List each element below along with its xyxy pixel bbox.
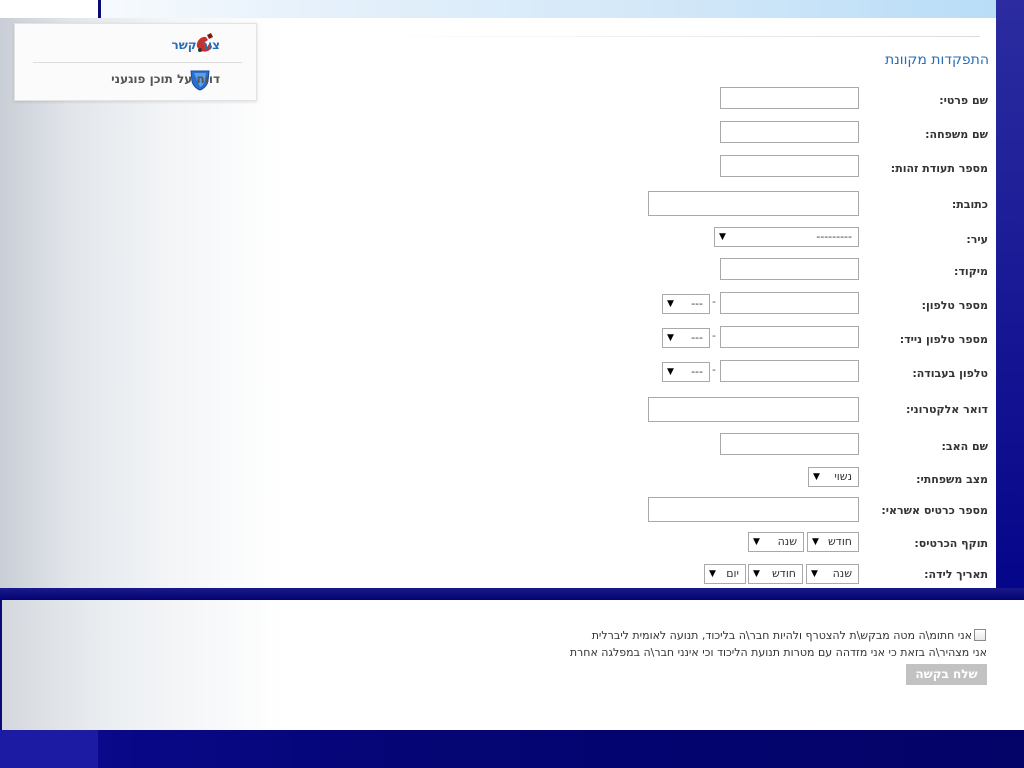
expiry-month-select[interactable]: חודש ▼ [807, 532, 859, 552]
last-name-input[interactable] [720, 121, 859, 143]
credit-card-label: מספר כרטיס אשראי: [881, 504, 988, 517]
bottom-bar [0, 730, 1024, 768]
chevron-down-icon: ▼ [719, 232, 726, 242]
expiry-year-value: שנה [777, 535, 797, 548]
bottom-bar-left [0, 730, 98, 768]
expiry-month-value: חודש [828, 535, 852, 548]
lower-right-panel [996, 600, 1024, 730]
birth-date-label: תאריך לידה: [924, 568, 988, 581]
city-select-value: --------- [816, 230, 852, 243]
father-name-label: שם האב: [941, 440, 988, 453]
main-content [284, 18, 996, 588]
chevron-down-icon: ▼ [667, 299, 674, 309]
sidebar-box: צור קשר דווח על תוכן פוגעני [14, 23, 257, 101]
birth-day-value: יום [726, 567, 739, 580]
work-phone-prefix-select[interactable]: --- ▼ [662, 362, 710, 382]
form-top-divider [370, 36, 980, 37]
birth-month-select[interactable]: חודש ▼ [748, 564, 803, 584]
work-phone-dash: - [712, 363, 716, 376]
last-name-label: שם משפחה: [925, 128, 988, 141]
agreement-text-line1: אני חתומ\ה מטה מבקש\ת להצטרף ולהיות חבר\… [591, 629, 972, 642]
sidebar-divider [33, 62, 242, 63]
mobile-dash: - [712, 329, 716, 342]
chevron-down-icon: ▼ [811, 569, 818, 579]
phone-dash: - [712, 295, 716, 308]
zip-input[interactable] [720, 258, 859, 280]
form-title: התפקדות מקוונת [884, 52, 989, 68]
phone-label: מספר טלפון: [921, 299, 988, 312]
phone-prefix-value: --- [691, 297, 703, 310]
mobile-prefix-select[interactable]: --- ▼ [662, 328, 710, 348]
chevron-down-icon: ▼ [753, 569, 760, 579]
chevron-down-icon: ▼ [709, 569, 716, 579]
birth-month-value: חודש [772, 567, 796, 580]
work-phone-prefix-value: --- [691, 365, 703, 378]
first-name-label: שם פרטי: [939, 94, 988, 107]
email-label: דואר אלקטרוני: [906, 403, 988, 416]
top-divider-line [98, 0, 101, 18]
address-label: כתובת: [951, 198, 988, 211]
marital-status-value: נשוי [834, 470, 852, 483]
birth-year-select[interactable]: שנה ▼ [806, 564, 859, 584]
city-label: עיר: [966, 233, 988, 246]
marital-status-label: מצב משפחתי: [916, 473, 988, 486]
expiry-year-select[interactable]: שנה ▼ [748, 532, 804, 552]
address-input[interactable] [648, 191, 859, 216]
id-number-label: מספר תעודת זהות: [890, 162, 988, 175]
city-select[interactable]: --------- ▼ [714, 227, 859, 247]
marital-status-select[interactable]: נשוי ▼ [808, 467, 859, 487]
mobile-label: מספר טלפון נייד: [899, 333, 988, 346]
phone-prefix-select[interactable]: --- ▼ [662, 294, 710, 314]
work-phone-input[interactable] [720, 360, 859, 382]
right-edge-stripe [996, 0, 1024, 590]
chevron-down-icon: ▼ [667, 333, 674, 343]
sidebar-item-contact[interactable]: צור קשר [171, 38, 220, 52]
chevron-down-icon: ▼ [753, 537, 760, 547]
work-phone-label: טלפון בעבודה: [912, 367, 988, 380]
zip-label: מיקוד: [954, 265, 988, 278]
top-gradient-bar [0, 0, 1024, 18]
email-input[interactable] [648, 397, 859, 422]
lower-left-panel [0, 600, 284, 730]
father-name-input[interactable] [720, 433, 859, 455]
phone-input[interactable] [720, 292, 859, 314]
submit-request-button[interactable]: שלח בקשה [906, 664, 987, 685]
id-number-input[interactable] [720, 155, 859, 177]
chevron-down-icon: ▼ [813, 472, 820, 482]
agreement-text-line2: אני מצהיר\ה בזאת כי אני מזדהה עם מטרות ת… [569, 646, 987, 659]
chevron-down-icon: ▼ [812, 537, 819, 547]
sidebar-item-report-abuse[interactable]: דווח על תוכן פוגעני [111, 72, 220, 86]
mobile-prefix-value: --- [691, 331, 703, 344]
chevron-down-icon: ▼ [667, 367, 674, 377]
birth-year-value: שנה [832, 567, 852, 580]
agree-checkbox[interactable] [974, 629, 986, 641]
card-expiry-label: תוקף הכרטיס: [914, 537, 988, 550]
top-left-corner [0, 0, 98, 18]
birth-day-select[interactable]: יום ▼ [704, 564, 746, 584]
middle-separator-bar [0, 588, 1024, 600]
first-name-input[interactable] [720, 87, 859, 109]
mobile-input[interactable] [720, 326, 859, 348]
lower-main-content [284, 600, 996, 730]
credit-card-input[interactable] [648, 497, 859, 522]
left-panel [0, 18, 284, 588]
